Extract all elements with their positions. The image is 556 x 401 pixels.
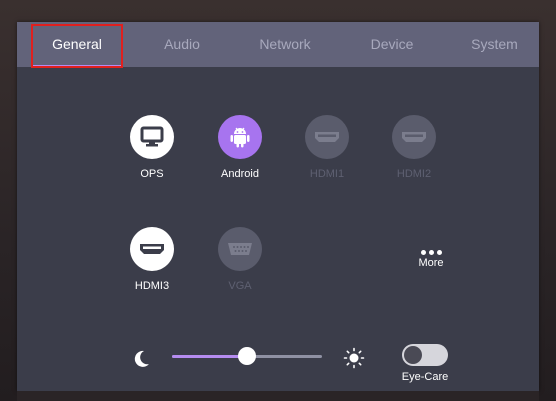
source-label: Android: [221, 168, 259, 180]
eye-care-label: Eye-Care: [401, 371, 449, 383]
sun-icon: [343, 347, 365, 369]
active-tab-indicator: [31, 65, 123, 67]
moon-icon: [134, 350, 149, 367]
hdmi-icon: [402, 132, 426, 142]
source-ops[interactable]: OPS: [112, 115, 192, 180]
more-button[interactable]: More: [401, 250, 461, 269]
more-dots-icon: [401, 250, 461, 255]
hdmi-icon: [140, 244, 164, 254]
tab-device[interactable]: Device: [357, 22, 427, 67]
slider-thumb[interactable]: [238, 347, 256, 365]
monitor-icon: [140, 126, 164, 147]
source-label: VGA: [228, 280, 252, 292]
source-android[interactable]: Android: [200, 115, 280, 180]
tab-network[interactable]: Network: [245, 22, 325, 67]
source-label: HDMI1: [309, 168, 345, 180]
source-label: HDMI2: [396, 168, 432, 180]
more-label: More: [418, 257, 444, 269]
source-hdmi2: HDMI2: [374, 115, 454, 180]
settings-panel: General Audio Network Device System OPS: [17, 22, 539, 391]
slider-fill: [172, 355, 247, 358]
tab-audio[interactable]: Audio: [147, 22, 217, 67]
android-icon: [230, 127, 250, 148]
brightness-slider[interactable]: [172, 346, 322, 366]
background-strip: [17, 391, 539, 401]
source-hdmi1: HDMI1: [287, 115, 367, 180]
tab-general[interactable]: General: [31, 22, 123, 67]
source-hdmi3[interactable]: HDMI3: [112, 227, 192, 292]
tab-bar: General Audio Network Device System: [17, 22, 539, 68]
screen: General Audio Network Device System OPS: [0, 0, 556, 401]
source-label: HDMI3: [134, 280, 170, 292]
eye-care-toggle[interactable]: [402, 344, 448, 366]
vga-icon: [228, 243, 252, 255]
hdmi-icon: [315, 132, 339, 142]
tab-system[interactable]: System: [457, 22, 532, 67]
source-label: OPS: [140, 168, 164, 180]
toggle-knob: [404, 346, 422, 364]
source-vga: VGA: [200, 227, 280, 292]
